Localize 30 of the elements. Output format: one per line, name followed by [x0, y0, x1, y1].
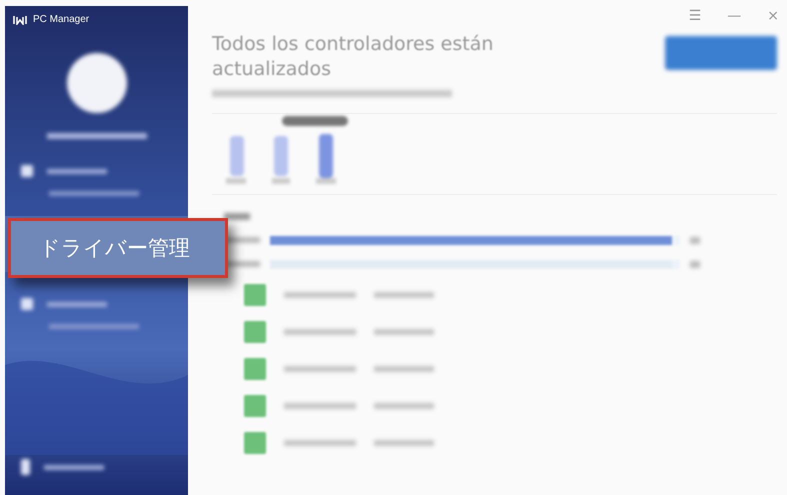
- menu-icon: [21, 298, 33, 310]
- blurred-text: [284, 402, 356, 408]
- app-title: PC Manager: [33, 14, 90, 25]
- window-control[interactable]: —: [727, 8, 742, 32]
- blurred-text[interactable]: [44, 464, 104, 470]
- status-heading: Todos los controladores están actualizados: [212, 32, 494, 82]
- blurred-text[interactable]: [49, 191, 139, 196]
- window-control[interactable]: ×: [767, 8, 779, 32]
- blurred-text: [284, 328, 356, 334]
- blurred-text: [374, 292, 434, 298]
- phone-icon: [21, 459, 30, 475]
- blurred-text: [224, 213, 250, 220]
- blurred-text: [284, 366, 356, 372]
- callout-label: ドライバー管理: [39, 235, 190, 262]
- verify-button[interactable]: [665, 36, 777, 70]
- blurred-text: [374, 402, 434, 408]
- blurred-text: [690, 260, 700, 268]
- blurred-text[interactable]: [47, 168, 107, 174]
- window-control[interactable]: ☰: [688, 8, 702, 32]
- blurred-text: [374, 440, 434, 446]
- blurred-text: [374, 328, 434, 334]
- blurred-text[interactable]: [47, 302, 107, 306]
- blurred-text: [284, 292, 356, 298]
- logo-icon: [13, 14, 27, 24]
- menu-icon: [21, 165, 33, 177]
- blurred-text: [690, 236, 700, 244]
- blurred-text: [284, 440, 356, 446]
- avatar-icon: [66, 53, 126, 113]
- blurred-text: [374, 366, 434, 372]
- blurred-text[interactable]: [49, 324, 139, 329]
